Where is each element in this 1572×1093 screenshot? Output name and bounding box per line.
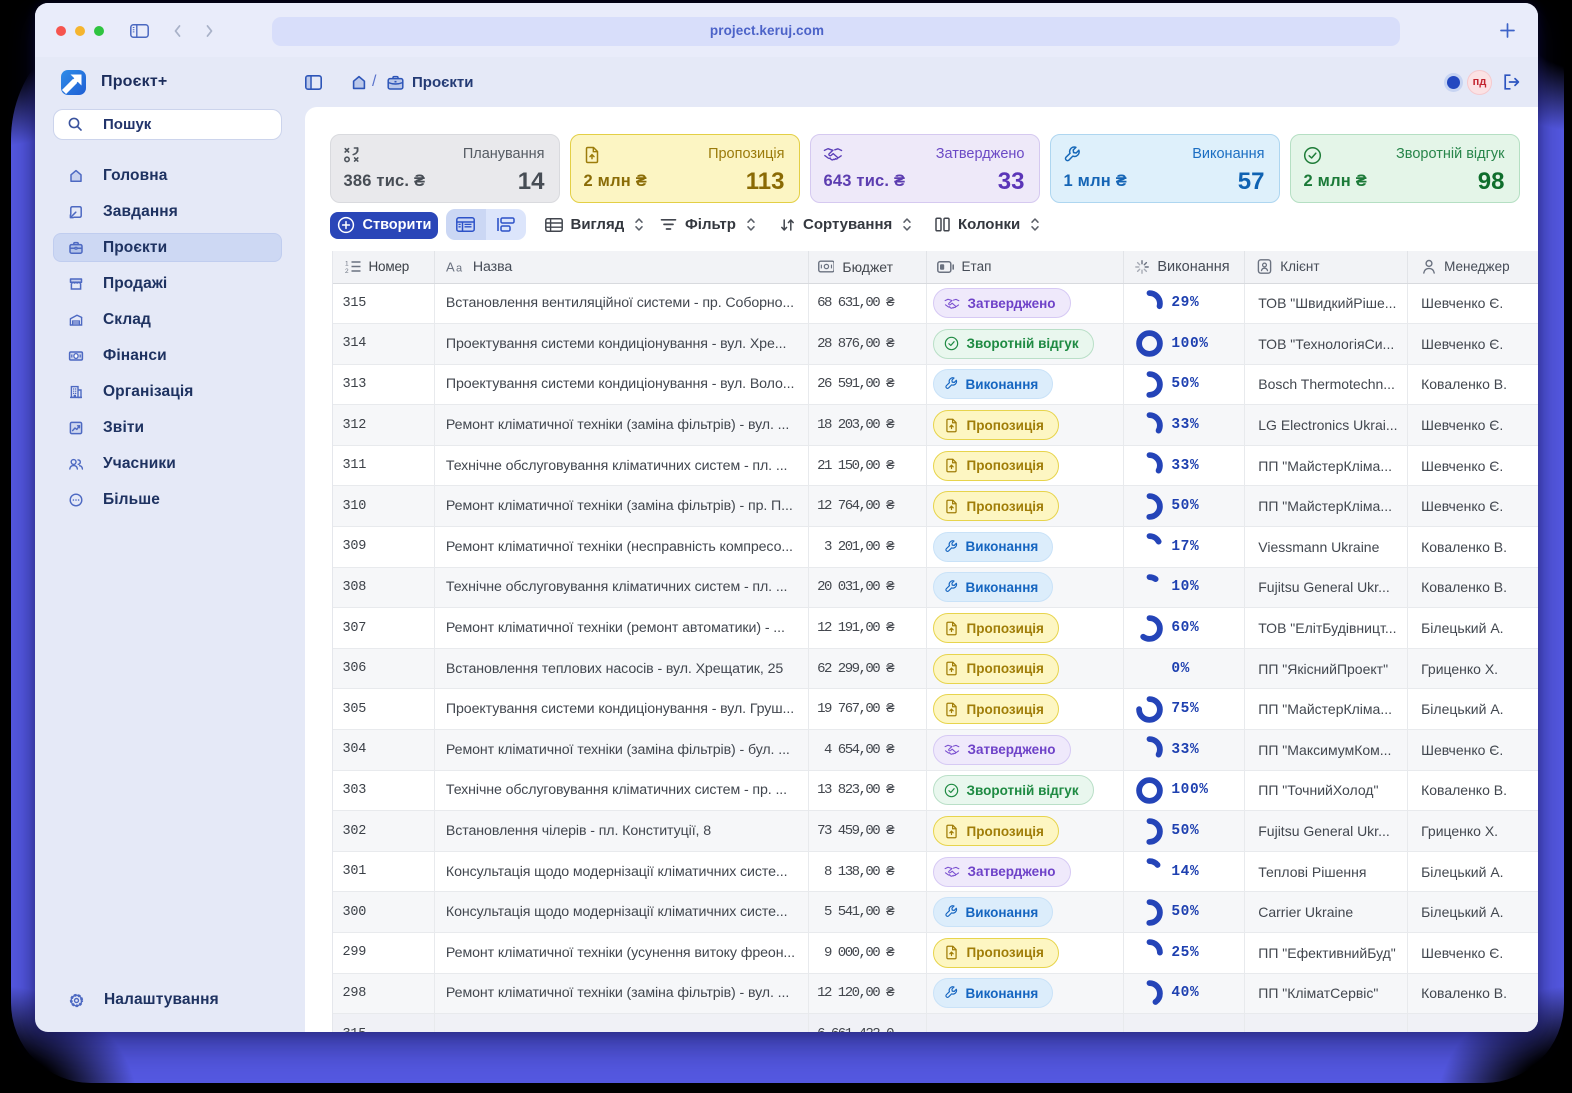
svg-text:2: 2 [345,268,349,274]
svg-text:A: A [446,260,455,273]
svg-text:a: a [456,263,463,274]
svg-text:1: 1 [345,261,349,268]
